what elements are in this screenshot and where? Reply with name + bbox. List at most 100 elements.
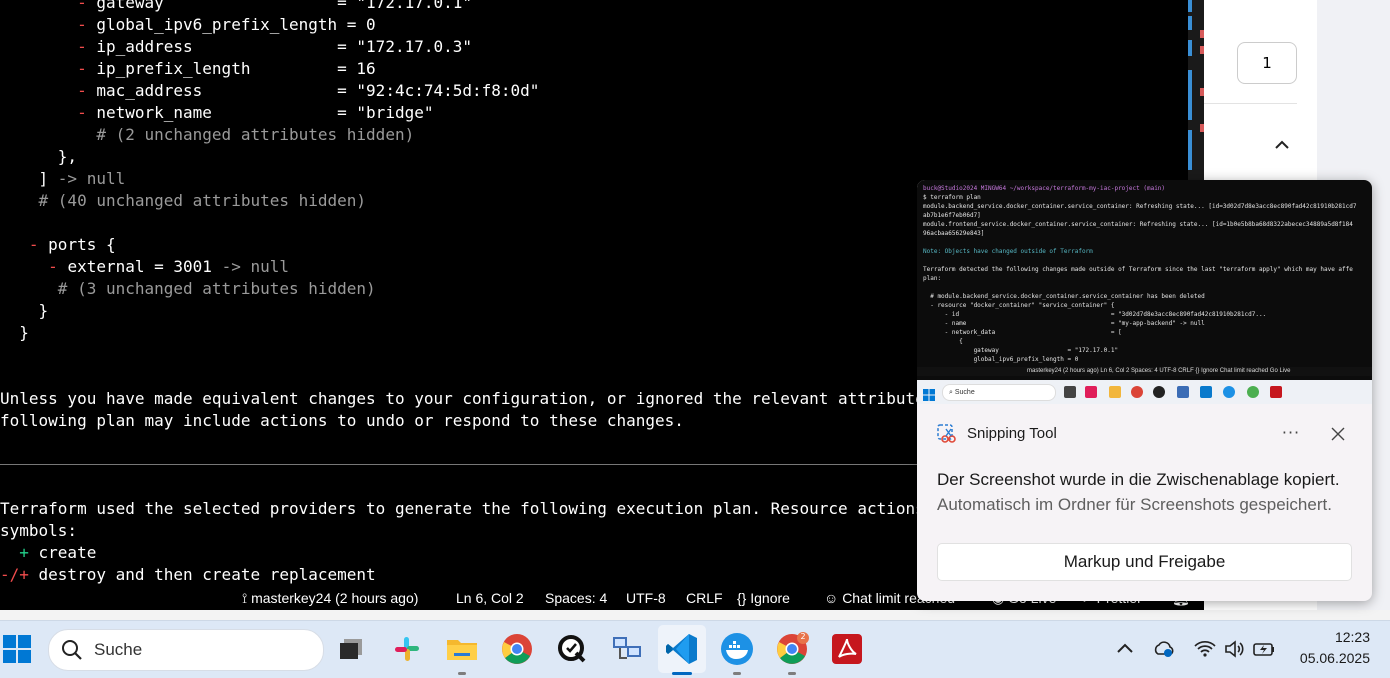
volume-icon[interactable] bbox=[1222, 637, 1246, 661]
more-options-icon[interactable]: ··· bbox=[1277, 420, 1305, 448]
search-placeholder: Suche bbox=[94, 640, 143, 659]
line-text: create bbox=[38, 543, 97, 562]
notification-badge: 2 bbox=[800, 632, 806, 641]
preview-line: $ terraform plan bbox=[923, 194, 981, 201]
onedrive-icon[interactable] bbox=[1153, 637, 1177, 661]
vscode-icon[interactable] bbox=[664, 631, 700, 675]
status-language[interactable]: {} Ignore bbox=[737, 586, 790, 610]
terminal-line: }, bbox=[0, 146, 77, 168]
line-text: global_ipv6_prefix_length = 0 bbox=[96, 15, 376, 34]
task-view-icon[interactable] bbox=[334, 631, 370, 667]
terminal-line: - ip_address = "172.17.0.3" bbox=[0, 36, 472, 58]
docker-icon[interactable] bbox=[719, 631, 755, 675]
remote-network-icon[interactable] bbox=[609, 631, 645, 667]
line-comment: # (2 unchanged attributes hidden) bbox=[96, 125, 415, 144]
terminal-line: # (3 unchanged attributes hidden) bbox=[0, 278, 376, 300]
chevron-up-icon[interactable] bbox=[1271, 134, 1293, 156]
app-q-icon[interactable] bbox=[554, 631, 590, 667]
page-number-field[interactable]: 1 bbox=[1237, 42, 1297, 84]
chrome-profile-icon[interactable]: 2 bbox=[774, 631, 810, 675]
line-text: network_name = "bridge" bbox=[96, 103, 434, 122]
line-text: } bbox=[38, 301, 49, 320]
diff-marker: + bbox=[19, 543, 39, 562]
clock-time[interactable]: 12:23 bbox=[1290, 629, 1370, 645]
terminal-line: - gateway = "172.17.0.1" bbox=[0, 0, 472, 14]
line-text: following plan may include actions to un… bbox=[0, 411, 684, 430]
active-indicator bbox=[672, 672, 692, 675]
preview-app-icon bbox=[1153, 386, 1165, 398]
terminal-line: + create bbox=[0, 542, 96, 564]
preview-vscode-icon bbox=[1200, 386, 1212, 398]
preview-line: global_ipv6_prefix_length = 0 bbox=[923, 356, 1079, 363]
wifi-icon[interactable] bbox=[1193, 637, 1217, 661]
snipping-tool-notification[interactable]: buck@Studio2024 MINGW64 ~/workspace/terr… bbox=[917, 180, 1372, 601]
status-branch-label: masterkey24 (2 hours ago) bbox=[251, 590, 419, 606]
preview-line: { bbox=[923, 338, 963, 345]
preview-search-box: ⌕ Suche bbox=[942, 384, 1056, 401]
status-position[interactable]: Ln 6, Col 2 bbox=[456, 586, 524, 610]
preview-line: gateway = "172.17.0.1" bbox=[923, 347, 1119, 354]
diff-marker: - bbox=[77, 37, 97, 56]
preview-status-bar: masterkey24 (2 hours ago) Ln 6, Col 2 Sp… bbox=[917, 367, 1372, 376]
status-spaces[interactable]: Spaces: 4 bbox=[545, 586, 607, 610]
braces-icon: {} bbox=[737, 590, 747, 606]
status-language-label: Ignore bbox=[750, 590, 790, 606]
preview-line: - name = "my-app-backend" -> null bbox=[923, 320, 1205, 327]
running-indicator bbox=[733, 672, 741, 675]
preview-status-text: masterkey24 (2 hours ago) Ln 6, Col 2 Sp… bbox=[1027, 368, 1291, 374]
clock-date[interactable]: 05.06.2025 bbox=[1280, 650, 1370, 666]
preview-line: ab7b1e6f7eb06d7] bbox=[923, 212, 981, 219]
chrome-icon[interactable] bbox=[499, 631, 535, 667]
line-text: symbols: bbox=[0, 521, 78, 540]
status-branch[interactable]: ⟟ masterkey24 (2 hours ago) bbox=[242, 586, 418, 610]
slack-icon[interactable] bbox=[389, 631, 425, 667]
file-explorer-icon[interactable] bbox=[444, 631, 480, 675]
notification-app-name: Snipping Tool bbox=[967, 425, 1057, 442]
status-encoding[interactable]: UTF-8 bbox=[626, 586, 666, 610]
divider bbox=[1204, 103, 1297, 104]
preview-line: Note: Objects have changed outside of Te… bbox=[923, 248, 1093, 255]
preview-line: 96acbaa65629e843] bbox=[923, 230, 985, 237]
windows-start-icon[interactable] bbox=[2, 634, 32, 664]
acrobat-pdf-icon[interactable] bbox=[829, 631, 865, 667]
status-eol[interactable]: CRLF bbox=[686, 586, 723, 610]
terminal-line: } bbox=[0, 322, 29, 344]
running-indicator bbox=[458, 672, 466, 675]
preview-taskbar: ⌕ Suche bbox=[917, 380, 1372, 404]
line-comment: # (3 unchanged attributes hidden) bbox=[57, 279, 376, 298]
preview-chrome2-icon bbox=[1247, 386, 1259, 398]
git-commit-icon: ⟟ bbox=[242, 590, 248, 606]
search-icon bbox=[61, 639, 83, 661]
preview-network-icon bbox=[1177, 386, 1189, 398]
preview-line: - id = "3d02d7d8e3acc8ec890fad42c81910b2… bbox=[923, 311, 1267, 318]
close-icon[interactable] bbox=[1324, 420, 1352, 448]
line-text: ] bbox=[38, 169, 58, 188]
diff-marker: - bbox=[77, 103, 97, 122]
line-text: gateway = "172.17.0.1" bbox=[96, 0, 473, 12]
terminal-line: following plan may include actions to un… bbox=[0, 410, 684, 432]
diff-marker: - bbox=[77, 59, 97, 78]
notification-message: Der Screenshot wurde in die Zwischenabla… bbox=[937, 470, 1340, 489]
preview-line: # module.backend_service.docker_containe… bbox=[923, 293, 1205, 300]
scissors-icon bbox=[937, 424, 957, 444]
preview-slack-icon bbox=[1085, 386, 1097, 398]
windows-taskbar: Suche 2 12:23 05.06.2025 bbox=[0, 620, 1390, 678]
screenshot-preview[interactable]: buck@Studio2024 MINGW64 ~/workspace/terr… bbox=[917, 180, 1372, 404]
markup-share-button[interactable]: Markup und Freigabe bbox=[937, 543, 1352, 581]
taskbar-search[interactable]: Suche bbox=[48, 629, 324, 671]
line-text: }, bbox=[57, 147, 78, 166]
chevron-up-icon[interactable] bbox=[1113, 637, 1137, 661]
line-text: ip_prefix_length = 16 bbox=[96, 59, 376, 78]
terminal-line: - external = 3001 -> null bbox=[0, 256, 289, 278]
terminal-line: ] -> null bbox=[0, 168, 126, 190]
battery-charging-icon[interactable] bbox=[1252, 637, 1276, 661]
